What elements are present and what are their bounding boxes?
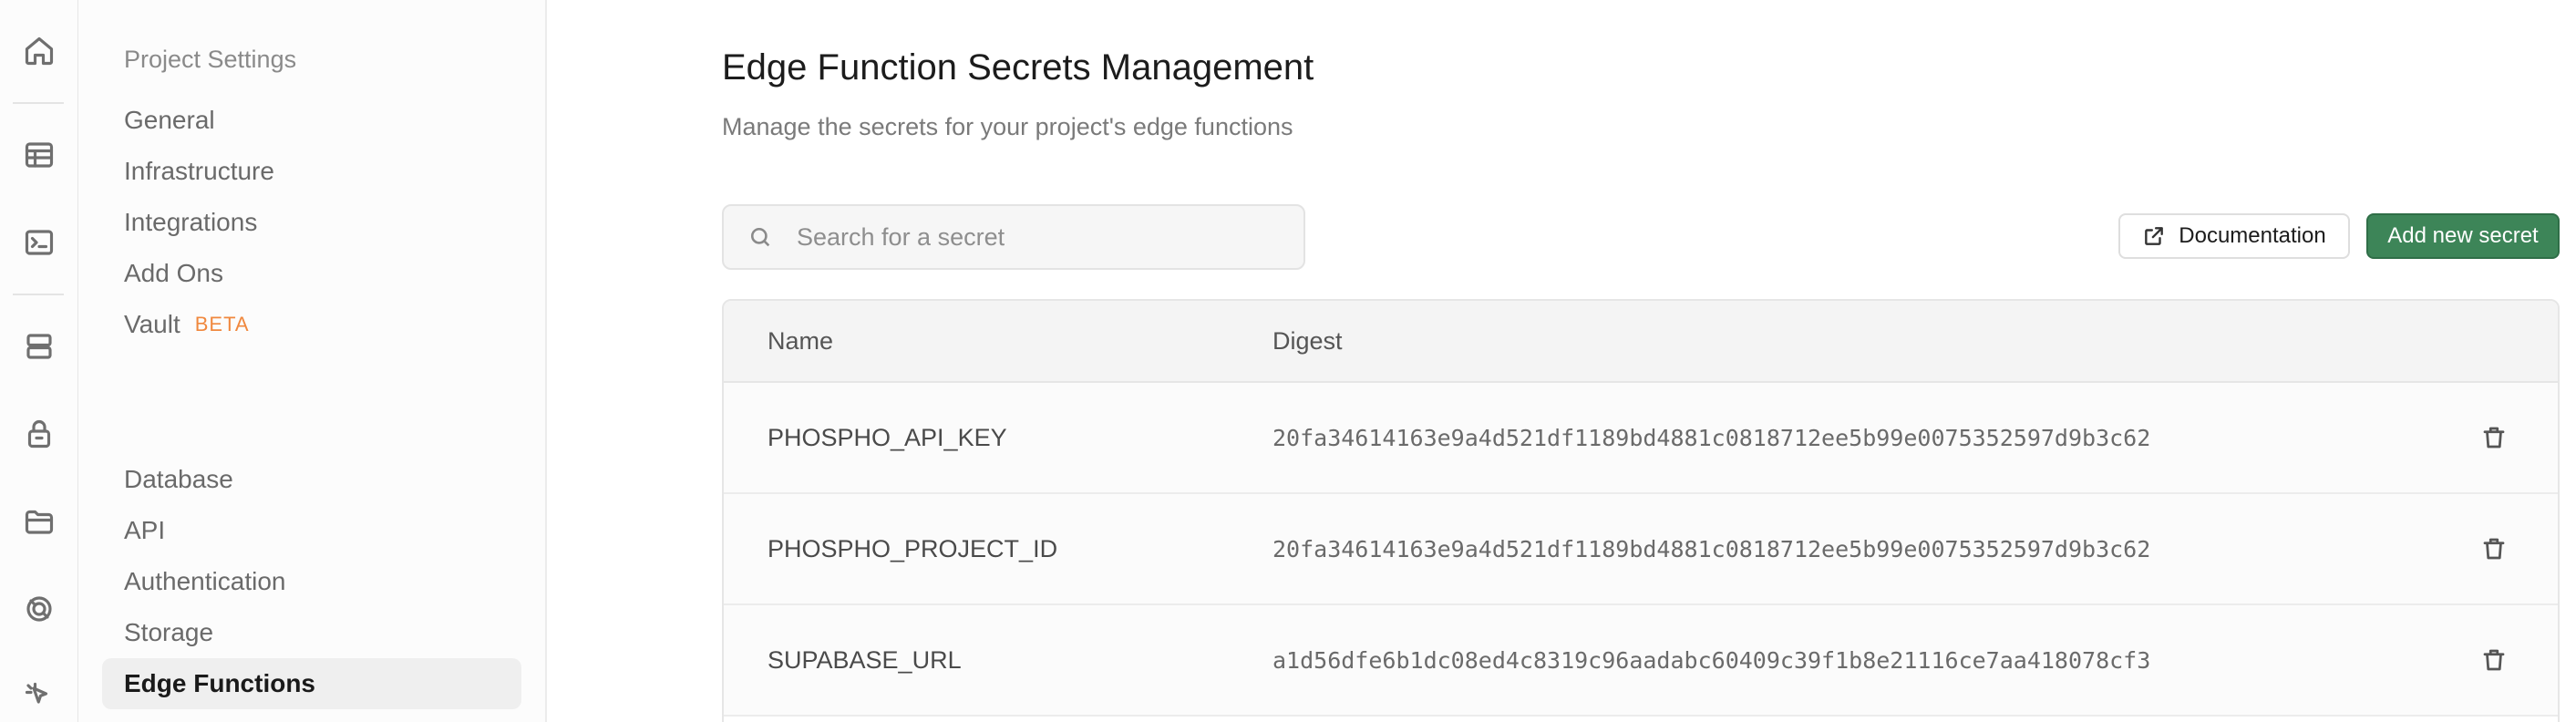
sidebar-item-vault[interactable]: Vault BETA: [102, 299, 521, 350]
documentation-label: Documentation: [2179, 223, 2326, 248]
column-header-name: Name: [768, 326, 834, 355]
database-icon[interactable]: [10, 317, 68, 376]
table-row: PHOSPHO_API_KEY 20fa34614163e9a4d521df11…: [724, 383, 2558, 494]
sidebar-item-label: API: [124, 516, 166, 544]
sidebar-item-label: Add Ons: [124, 259, 223, 287]
secret-name: PHOSPHO_PROJECT_ID: [768, 534, 1058, 562]
main-content: Edge Function Secrets Management Manage …: [547, 0, 2576, 722]
documentation-button[interactable]: Documentation: [2118, 213, 2350, 259]
page-title: Edge Function Secrets Management: [722, 47, 1314, 88]
search-icon: [747, 224, 773, 250]
sidebar-item-authentication[interactable]: Authentication: [102, 556, 521, 607]
sidebar-item-integrations[interactable]: Integrations: [102, 197, 521, 248]
delete-secret-button[interactable]: [2474, 640, 2514, 680]
trash-icon: [2483, 538, 2505, 560]
sidebar-item-label: Edge Functions: [124, 669, 315, 697]
table-header: Name Digest: [724, 301, 2558, 383]
sidebar-item-label: Infrastructure: [124, 157, 274, 185]
beta-badge: BETA: [194, 313, 250, 335]
sidebar-item-general[interactable]: General: [102, 95, 521, 146]
storage-icon[interactable]: [10, 492, 68, 551]
secrets-table: Name Digest PHOSPHO_API_KEY 20fa34614163…: [722, 299, 2560, 722]
edge-functions-icon[interactable]: [10, 667, 68, 722]
add-secret-label: Add new secret: [2387, 223, 2539, 248]
home-icon[interactable]: [10, 22, 68, 80]
sidebar-item-label: Authentication: [124, 567, 286, 595]
sidebar-item-storage[interactable]: Storage: [102, 607, 521, 658]
rail-divider: [13, 294, 64, 295]
secret-digest: a1d56dfe6b1dc08ed4c8319c96aadabc60409c39…: [1273, 646, 2151, 674]
app-window: Project Settings General Infrastructure …: [0, 0, 2576, 722]
sidebar-heading: Project Settings: [124, 46, 297, 73]
search-box: [722, 204, 1305, 270]
add-new-secret-button[interactable]: Add new secret: [2366, 213, 2560, 259]
sidebar-item-label: Vault: [124, 310, 180, 338]
sidebar-item-infrastructure[interactable]: Infrastructure: [102, 146, 521, 197]
sidebar-item-label: Database: [124, 465, 233, 493]
sql-editor-icon[interactable]: [10, 213, 68, 272]
delete-secret-button[interactable]: [2474, 529, 2514, 569]
table-editor-icon[interactable]: [10, 126, 68, 184]
secret-digest: 20fa34614163e9a4d521df1189bd4881c0818712…: [1273, 424, 2151, 451]
column-header-digest: Digest: [1273, 326, 1343, 355]
external-link-icon: [2145, 227, 2164, 245]
sidebar-item-label: General: [124, 106, 215, 134]
delete-secret-button[interactable]: [2474, 418, 2514, 458]
secret-name: SUPABASE_URL: [768, 645, 962, 674]
trash-icon: [2483, 649, 2505, 671]
secret-name: PHOSPHO_API_KEY: [768, 423, 1007, 451]
rail-divider: [13, 102, 64, 104]
sidebar-item-add-ons[interactable]: Add Ons: [102, 248, 521, 299]
sidebar-item-database[interactable]: Database: [102, 454, 521, 505]
realtime-icon[interactable]: [10, 580, 68, 638]
icon-rail: [0, 0, 78, 722]
sidebar-item-label: Integrations: [124, 208, 258, 236]
table-row: SUPABASE_URL a1d56dfe6b1dc08ed4c8319c96a…: [724, 605, 2558, 717]
sidebar-item-label: Storage: [124, 618, 214, 646]
secret-digest: 20fa34614163e9a4d521df1189bd4881c0818712…: [1273, 535, 2151, 562]
sidebar-item-edge-functions[interactable]: Edge Functions: [102, 658, 521, 709]
sidebar-item-api[interactable]: API: [102, 505, 521, 556]
search-input[interactable]: [797, 222, 1289, 252]
table-row: PHOSPHO_PROJECT_ID 20fa34614163e9a4d521d…: [724, 494, 2558, 605]
trash-icon: [2483, 427, 2505, 449]
authentication-icon[interactable]: [10, 405, 68, 463]
settings-sidebar: Project Settings General Infrastructure …: [78, 0, 547, 722]
page-subtitle: Manage the secrets for your project's ed…: [722, 113, 1293, 140]
